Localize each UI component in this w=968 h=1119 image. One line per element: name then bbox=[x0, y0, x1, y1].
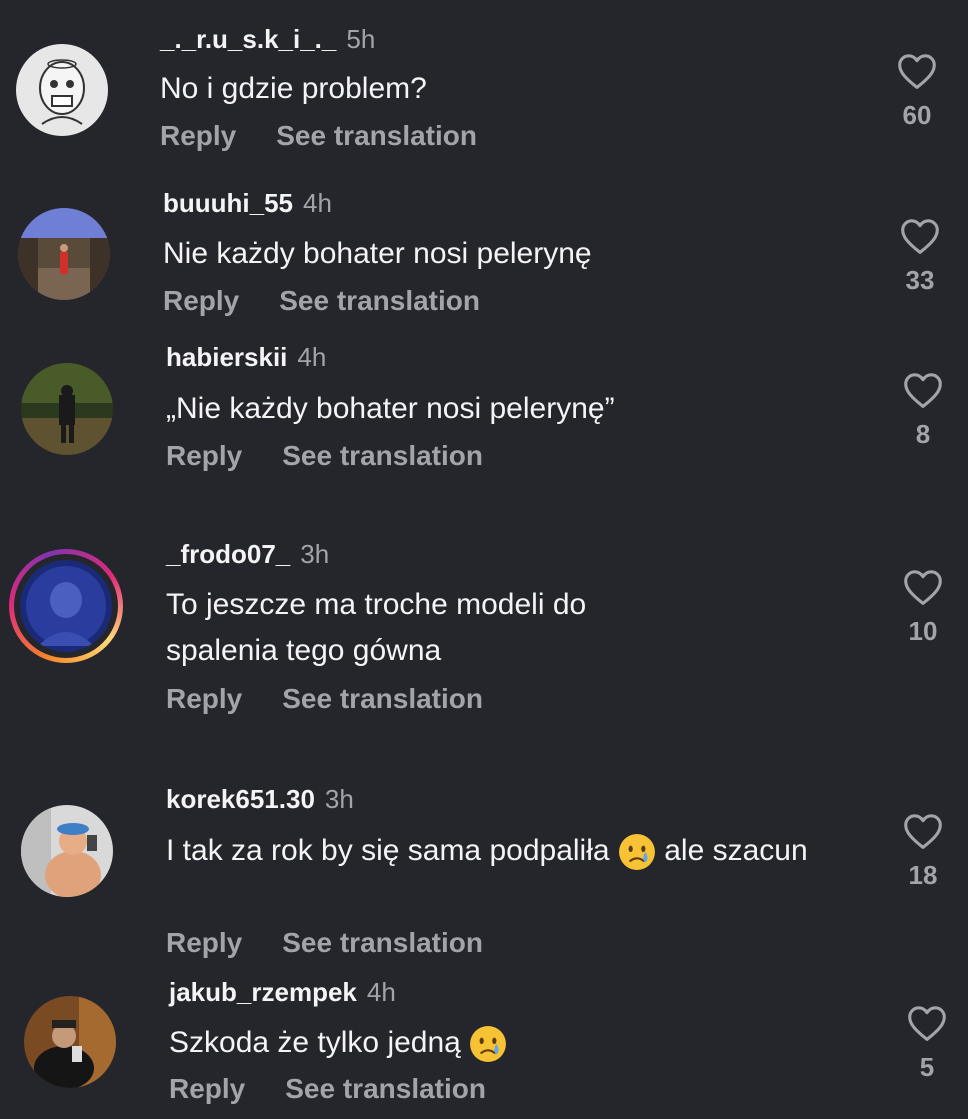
comment-actions: Reply See translation bbox=[166, 440, 483, 472]
avatar[interactable] bbox=[24, 996, 116, 1088]
reply-button[interactable]: Reply bbox=[160, 120, 236, 152]
like-button[interactable]: 8 bbox=[893, 371, 953, 450]
comment-text: Szkoda że tylko jedną bbox=[169, 1020, 849, 1066]
comment-text: Nie każdy bohater nosi pelerynę bbox=[163, 237, 592, 270]
like-button[interactable]: 18 bbox=[893, 812, 953, 891]
like-count: 5 bbox=[919, 1052, 935, 1082]
comment-header: korek651.30 3h bbox=[166, 784, 354, 815]
avatar[interactable] bbox=[21, 805, 113, 897]
comment-text: No i gdzie problem? bbox=[160, 72, 427, 105]
comment-text: I tak za rok by się sama podpaliła ale s… bbox=[166, 828, 866, 874]
comment-actions: Reply See translation bbox=[163, 285, 480, 317]
heart-outline-icon bbox=[904, 814, 942, 849]
avatar[interactable] bbox=[16, 44, 108, 136]
comment-header: buuuhi_55 4h bbox=[163, 188, 332, 219]
like-button[interactable]: 10 bbox=[893, 568, 953, 647]
heart-outline-icon bbox=[898, 54, 936, 89]
like-count: 33 bbox=[905, 265, 935, 295]
timestamp: 4h bbox=[366, 977, 396, 1007]
username[interactable]: korek651.30 bbox=[166, 784, 315, 814]
username[interactable]: jakub_rzempek bbox=[169, 977, 357, 1007]
like-button[interactable]: 33 bbox=[890, 217, 950, 296]
heart-outline-icon bbox=[904, 373, 942, 408]
see-translation-button[interactable]: See translation bbox=[285, 1073, 486, 1105]
comment-header: habierskii 4h bbox=[166, 342, 326, 373]
reply-button[interactable]: Reply bbox=[166, 683, 242, 715]
avatar[interactable] bbox=[20, 560, 112, 652]
comment-actions: Reply See translation bbox=[166, 927, 483, 959]
see-translation-button[interactable]: See translation bbox=[282, 440, 483, 472]
timestamp: 4h bbox=[297, 342, 327, 372]
see-translation-button[interactable]: See translation bbox=[279, 285, 480, 317]
username[interactable]: habierskii bbox=[166, 342, 287, 372]
username[interactable]: buuuhi_55 bbox=[163, 188, 293, 218]
like-button[interactable]: 5 bbox=[897, 1004, 957, 1083]
timestamp: 5h bbox=[346, 24, 376, 54]
comment-actions: Reply See translation bbox=[160, 120, 477, 152]
heart-outline-icon bbox=[901, 219, 939, 254]
reply-button[interactable]: Reply bbox=[166, 927, 242, 959]
see-translation-button[interactable]: See translation bbox=[282, 927, 483, 959]
see-translation-button[interactable]: See translation bbox=[276, 120, 477, 152]
reply-button[interactable]: Reply bbox=[163, 285, 239, 317]
crying-face-emoji bbox=[618, 834, 655, 871]
avatar[interactable] bbox=[21, 363, 113, 455]
heart-outline-icon bbox=[904, 570, 942, 605]
like-count: 10 bbox=[908, 616, 938, 646]
reply-button[interactable]: Reply bbox=[169, 1073, 245, 1105]
comment-header: _._r.u_s.k_i_._ 5h bbox=[160, 24, 375, 55]
comment-header: jakub_rzempek 4h bbox=[169, 977, 396, 1008]
reply-button[interactable]: Reply bbox=[166, 440, 242, 472]
comment-text: „Nie każdy bohater nosi pelerynę” bbox=[166, 392, 615, 425]
heart-outline-icon bbox=[908, 1006, 946, 1041]
username[interactable]: _frodo07_ bbox=[166, 539, 290, 569]
timestamp: 3h bbox=[300, 539, 330, 569]
comment-text: To jeszcze ma troche modeli do spalenia … bbox=[166, 588, 587, 667]
comment-actions: Reply See translation bbox=[166, 683, 483, 715]
avatar[interactable] bbox=[18, 208, 110, 300]
see-translation-button[interactable]: See translation bbox=[282, 683, 483, 715]
comment-header: _frodo07_ 3h bbox=[166, 539, 329, 570]
comment-actions: Reply See translation bbox=[169, 1073, 486, 1105]
like-button[interactable]: 60 bbox=[887, 52, 947, 131]
timestamp: 3h bbox=[324, 784, 354, 814]
like-count: 18 bbox=[908, 860, 938, 890]
timestamp: 4h bbox=[303, 188, 332, 218]
story-ring[interactable] bbox=[9, 549, 123, 663]
like-count: 60 bbox=[902, 100, 932, 130]
username[interactable]: _._r.u_s.k_i_._ bbox=[160, 24, 336, 54]
crying-face-emoji bbox=[470, 1026, 507, 1063]
like-count: 8 bbox=[915, 419, 931, 449]
